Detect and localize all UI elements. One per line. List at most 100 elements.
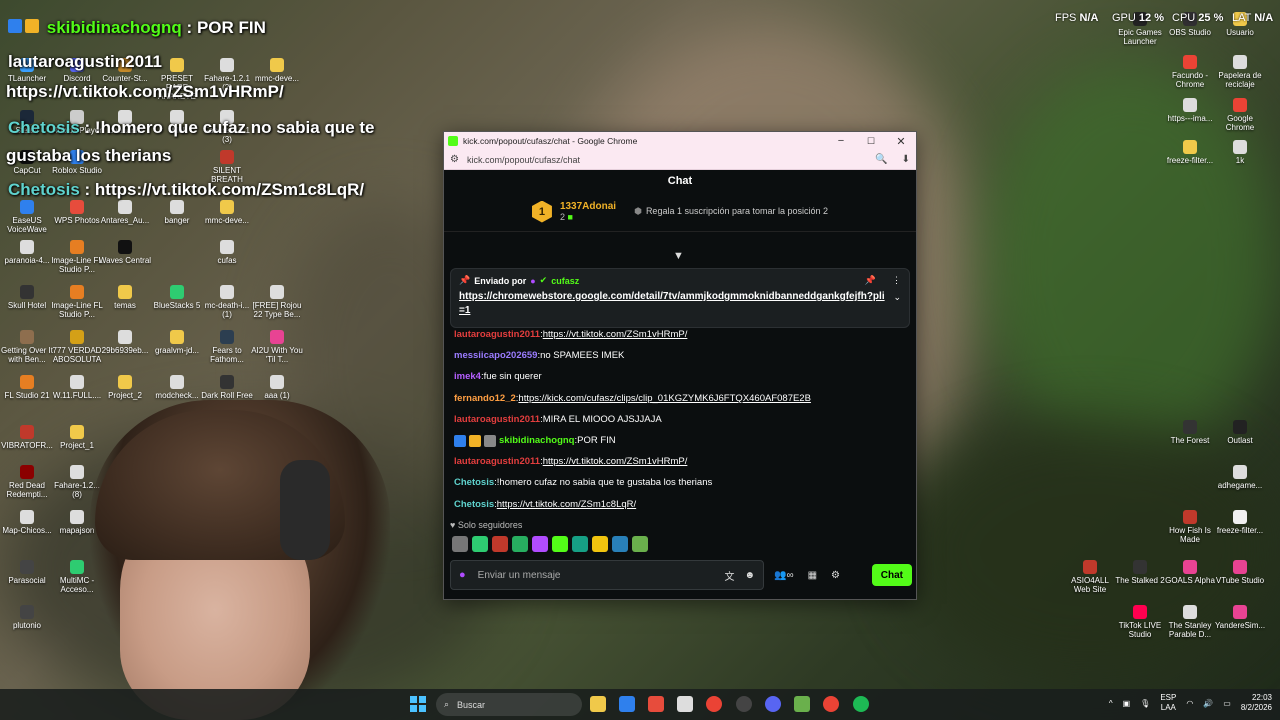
translate-icon[interactable]: 文 bbox=[724, 568, 734, 583]
users-icon[interactable]: 👥∞ bbox=[770, 570, 798, 581]
desktop-icon[interactable]: adhegame... bbox=[1213, 465, 1267, 490]
emote-icon[interactable] bbox=[572, 536, 588, 552]
gift-sub-prompt[interactable]: Regala 1 suscripción para tomar la posic… bbox=[634, 206, 828, 217]
emote-icon[interactable] bbox=[492, 536, 508, 552]
site-settings-icon[interactable]: ⚙ bbox=[450, 154, 459, 165]
pinned-link[interactable]: https://chromewebstore.google.com/detail… bbox=[459, 290, 887, 318]
emote-icon[interactable] bbox=[632, 536, 648, 552]
desktop-icon[interactable]: BlueStacks 5 bbox=[150, 285, 204, 310]
store-icon[interactable]: ▦ bbox=[804, 570, 821, 581]
file-explorer-icon[interactable] bbox=[590, 696, 606, 712]
mic-tray-icon[interactable]: 🎙 bbox=[1140, 699, 1150, 708]
desktop-icon[interactable]: Waves Central bbox=[98, 240, 152, 265]
chat-link[interactable]: https://vt.tiktok.com/ZSm1c8LqR/ bbox=[497, 499, 636, 510]
desktop-icon[interactable]: Red Dead Redempti... bbox=[0, 465, 54, 499]
wifi-icon[interactable]: ◠ bbox=[1186, 699, 1193, 708]
close-button[interactable]: ✕ bbox=[886, 132, 916, 150]
desktop-icon[interactable]: banger bbox=[150, 200, 204, 225]
desktop-icon[interactable]: FL Studio 21 bbox=[0, 375, 54, 400]
desktop-icon[interactable]: Getting Over It with Ben... bbox=[0, 330, 54, 364]
desktop-icon[interactable]: Antares_Au... bbox=[98, 200, 152, 225]
desktop-icon[interactable]: The Stanley Parable D... bbox=[1163, 605, 1217, 639]
desktop-icon[interactable]: https---ima... bbox=[1163, 98, 1217, 123]
wps-office-icon[interactable] bbox=[648, 696, 664, 712]
download-icon[interactable]: ⬇ bbox=[902, 154, 910, 165]
desktop-icon[interactable]: EaseUS VoiceWave bbox=[0, 200, 54, 234]
desktop-icon[interactable]: WPS Photos bbox=[50, 200, 104, 225]
send-chat-button[interactable]: Chat bbox=[871, 564, 912, 586]
chat-link[interactable]: https://vt.tiktok.com/ZSm1vHRmP/ bbox=[543, 329, 688, 340]
emote-icon[interactable] bbox=[512, 536, 528, 552]
desktop-icon[interactable]: plutonio bbox=[0, 605, 54, 630]
minecraft-icon[interactable] bbox=[794, 696, 810, 712]
app-icon[interactable] bbox=[677, 696, 693, 712]
desktop-icon[interactable]: SILENT BREATH bbox=[200, 150, 254, 184]
emote-icon[interactable] bbox=[532, 536, 548, 552]
minimize-button[interactable]: − bbox=[826, 132, 856, 150]
chat-username[interactable]: imek4 bbox=[454, 371, 481, 382]
address-bar[interactable]: ⚙ kick.com/popout/cufasz/chat 🔍 ⬇ bbox=[444, 150, 916, 170]
desktop-icon[interactable]: Skull Hotel bbox=[0, 285, 54, 310]
maximize-button[interactable]: ☐ bbox=[856, 132, 886, 150]
clock[interactable]: 22:03 8/2/2026 bbox=[1241, 693, 1272, 713]
desktop-icon[interactable]: W.11.FULL.... bbox=[50, 375, 104, 400]
desktop-icon[interactable]: temas bbox=[98, 285, 152, 310]
tray-app-icon[interactable]: ▣ bbox=[1123, 699, 1131, 708]
window-titlebar[interactable]: kick.com/popout/cufasz/chat - Google Chr… bbox=[444, 132, 916, 150]
chat-username[interactable]: lautaroagustin2011 bbox=[454, 456, 540, 467]
desktop-icon[interactable]: ASIO4ALL Web Site bbox=[1063, 560, 1117, 594]
desktop-icon[interactable]: VTube Studio bbox=[1213, 560, 1267, 585]
chrome-active-icon[interactable] bbox=[823, 696, 839, 712]
chat-username[interactable]: lautaroagustin2011 bbox=[454, 414, 540, 425]
chat-username[interactable]: Chetosis bbox=[454, 477, 494, 488]
desktop-icon[interactable]: graalvm-jd... bbox=[150, 330, 204, 355]
chat-link[interactable]: https://vt.tiktok.com/ZSm1vHRmP/ bbox=[543, 456, 688, 467]
chat-username[interactable]: lautaroagustin2011 bbox=[454, 329, 540, 340]
desktop-icon[interactable]: GOALS Alpha bbox=[1163, 560, 1217, 585]
desktop-icon[interactable]: Outlast bbox=[1213, 420, 1267, 445]
mic-icon[interactable]: ● bbox=[459, 569, 466, 581]
desktop-icon[interactable]: Image-Line FL Studio P... bbox=[50, 240, 104, 274]
desktop-icon[interactable]: Facundo - Chrome bbox=[1163, 55, 1217, 89]
desktop-icon[interactable]: modcheck... bbox=[150, 375, 204, 400]
desktop-icon[interactable]: freeze-filter... bbox=[1163, 140, 1217, 165]
taskbar-search[interactable]: ⌕ Buscar bbox=[436, 693, 582, 716]
desktop-icon[interactable]: cufas bbox=[200, 240, 254, 265]
collapse-icon[interactable]: ▼ bbox=[673, 250, 684, 262]
emoji-icon[interactable]: ☻ bbox=[744, 570, 755, 581]
desktop-icon[interactable]: mc-death-i... (1) bbox=[200, 285, 254, 319]
desktop-icon[interactable]: AI2U With You 'Til T... bbox=[250, 330, 304, 364]
emote-icon[interactable] bbox=[592, 536, 608, 552]
discord-icon[interactable] bbox=[765, 696, 781, 712]
pinned-user[interactable]: cufasz bbox=[551, 276, 579, 286]
emote-icon[interactable] bbox=[612, 536, 628, 552]
desktop-icon[interactable]: mmc-deve... bbox=[250, 58, 304, 83]
chat-username[interactable]: Chetosis bbox=[454, 499, 494, 510]
emote-icon[interactable] bbox=[552, 536, 568, 552]
zoom-icon[interactable]: 🔍 bbox=[875, 154, 887, 165]
desktop-icon[interactable]: Google Chrome bbox=[1213, 98, 1267, 132]
chat-username[interactable]: messiicapo202659 bbox=[454, 350, 537, 361]
desktop-icon[interactable]: Fears to Fathom... bbox=[200, 330, 254, 364]
desktop-icon[interactable]: paranoia-4... bbox=[0, 240, 54, 265]
desktop-icon[interactable]: Map-Chicos... bbox=[0, 510, 54, 535]
language-indicator[interactable]: ESP LAA bbox=[1160, 693, 1176, 713]
desktop-icon[interactable]: How Fish Is Made bbox=[1163, 510, 1217, 544]
expand-chevron-icon[interactable]: ⌄ bbox=[893, 292, 901, 303]
top-gifter[interactable]: 1337Adonai 2 ■ bbox=[560, 201, 616, 222]
chrome-icon[interactable] bbox=[706, 696, 722, 712]
desktop-icon[interactable]: Papelera de reciclaje bbox=[1213, 55, 1267, 89]
desktop-icon[interactable]: Image-Line FL Studio P... bbox=[50, 285, 104, 319]
tray-chevron-icon[interactable]: ^ bbox=[1109, 699, 1113, 708]
chat-input[interactable]: ● Enviar un mensaje 文 ☻ bbox=[450, 560, 764, 590]
windows-start-icon[interactable] bbox=[410, 696, 426, 712]
chat-link[interactable]: https://kick.com/cufasz/clips/clip_01KGZ… bbox=[518, 393, 811, 404]
desktop-icon[interactable]: Project_2 bbox=[98, 375, 152, 400]
more-options-icon[interactable]: ⋮ bbox=[892, 275, 901, 286]
desktop-icon[interactable]: mmc-deve... bbox=[200, 200, 254, 225]
desktop-icon[interactable]: 777 VERDAD ABOSOLUTA bbox=[50, 330, 104, 364]
spotify-icon[interactable] bbox=[853, 696, 869, 712]
visual-studio-icon[interactable] bbox=[619, 696, 635, 712]
desktop-icon[interactable]: freeze-filter... bbox=[1213, 510, 1267, 535]
desktop-icon[interactable]: Project_1 bbox=[50, 425, 104, 450]
